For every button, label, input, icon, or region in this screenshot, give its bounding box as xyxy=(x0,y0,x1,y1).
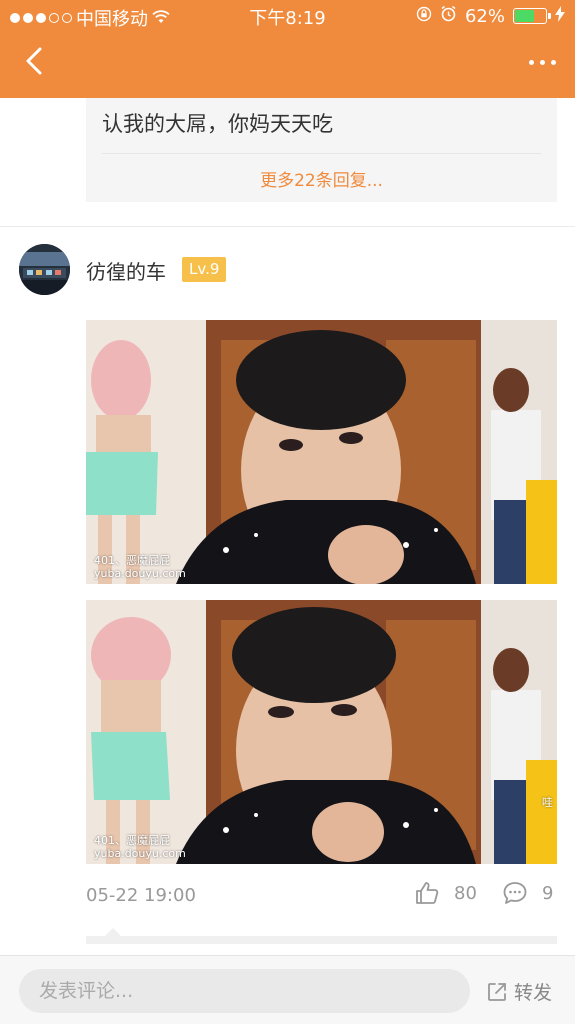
bottom-bar: 转发 xyxy=(0,955,575,1024)
charging-icon xyxy=(555,5,565,27)
reply-divider xyxy=(102,153,541,154)
author-avatar[interactable] xyxy=(19,244,70,295)
orientation-lock-icon xyxy=(416,6,432,27)
author-name[interactable]: 彷徨的车 xyxy=(86,256,166,285)
post-timestamp: 05-22 19:00 xyxy=(86,885,196,906)
status-bar: 中国移动 下午8:19 62% xyxy=(0,0,575,32)
image-corner-text: 哇 xyxy=(542,796,553,809)
comment-input[interactable] xyxy=(19,969,470,1013)
battery-fill xyxy=(515,10,534,22)
thumbs-up-icon xyxy=(416,882,439,904)
comment-button[interactable]: 9 xyxy=(502,880,553,906)
more-dot xyxy=(539,59,545,65)
image-watermark: 401、恶魔屁屁 yuba.douyu.com xyxy=(94,554,186,580)
post-image[interactable]: 401、恶魔屁屁 yuba.douyu.com xyxy=(86,320,557,584)
watermark-site: yuba.douyu.com xyxy=(94,847,186,860)
top-header: 中国移动 下午8:19 62% xyxy=(0,0,575,98)
like-count: 80 xyxy=(454,882,477,904)
more-replies-link[interactable]: 更多22条回复... xyxy=(86,166,557,191)
share-icon xyxy=(488,982,506,1001)
share-label: 转发 xyxy=(514,982,553,1004)
back-button[interactable] xyxy=(18,44,54,80)
reply-text: 认我的大屌，你妈天天吃 xyxy=(102,112,333,136)
like-button[interactable]: 80 xyxy=(414,880,477,906)
chevron-left-icon xyxy=(26,47,42,75)
comment-count: 9 xyxy=(542,882,554,904)
comment-bubble-icon xyxy=(503,882,527,904)
watermark-author: 401、恶魔屁屁 xyxy=(94,554,170,567)
share-button[interactable]: 转发 xyxy=(486,978,552,1005)
reply-preview-box: 认我的大屌，你妈天天吃 更多22条回复... xyxy=(86,98,557,202)
battery-icon xyxy=(513,8,551,24)
navigation-bar xyxy=(0,32,575,98)
section-divider xyxy=(0,226,575,227)
more-dot xyxy=(550,59,556,65)
watermark-author: 401、恶魔屁屁 xyxy=(94,834,170,847)
watermark-site: yuba.douyu.com xyxy=(94,567,186,580)
alarm-clock-icon xyxy=(440,5,457,27)
battery-percent: 62% xyxy=(464,5,505,27)
image-watermark: 401、恶魔屁屁 yuba.douyu.com xyxy=(94,834,186,860)
level-badge: Lv.9 xyxy=(182,257,227,282)
status-right: 62% xyxy=(416,5,565,27)
comments-preview-box xyxy=(86,936,557,944)
more-dot xyxy=(528,59,534,65)
post-image[interactable]: 401、恶魔屁屁 yuba.douyu.com 哇 xyxy=(86,600,557,864)
more-options-button[interactable] xyxy=(523,50,561,74)
